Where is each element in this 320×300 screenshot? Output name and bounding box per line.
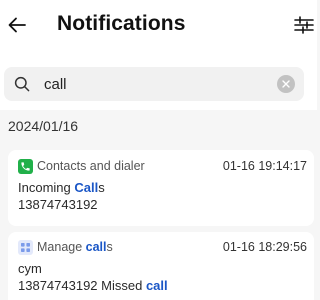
close-icon: [282, 80, 290, 88]
search-input[interactable]: [44, 67, 264, 101]
clear-search-button[interactable]: [277, 75, 295, 93]
notification-body: 13874743192 Missed call: [18, 278, 168, 293]
search-match-highlight: call: [85, 240, 107, 254]
search-match-highlight: call: [145, 278, 168, 293]
date-group-header: 2024/01/16: [8, 118, 79, 134]
notification-title: cym: [18, 261, 42, 276]
notification-time: 01-16 18:29:56: [222, 240, 307, 254]
filter-sliders-icon: [294, 16, 314, 34]
grid-icon: [18, 240, 33, 255]
filter-button[interactable]: [289, 10, 319, 40]
search-match-highlight: Call: [74, 180, 99, 195]
notification-title: Incoming Calls: [18, 180, 105, 195]
search-icon: [14, 76, 30, 92]
notification-body: 13874743192: [18, 197, 98, 212]
notification-app-name: Contacts and dialer: [37, 159, 145, 173]
notification-app-name: Manage calls: [37, 240, 113, 254]
notification-time: 01-16 19:14:17: [222, 159, 307, 173]
page-title: Notifications: [57, 12, 186, 35]
notification-card[interactable]: Contacts and dialer 01-16 19:14:17 Incom…: [8, 150, 314, 226]
phone-icon: [18, 159, 33, 174]
notification-card[interactable]: Manage calls 01-16 18:29:56 cym 13874743…: [8, 232, 314, 300]
back-arrow-icon: [8, 17, 26, 33]
search-area: [0, 52, 317, 110]
search-bar[interactable]: [4, 67, 304, 101]
top-app-bar: Notifications: [0, 0, 317, 52]
back-button[interactable]: [2, 10, 32, 40]
